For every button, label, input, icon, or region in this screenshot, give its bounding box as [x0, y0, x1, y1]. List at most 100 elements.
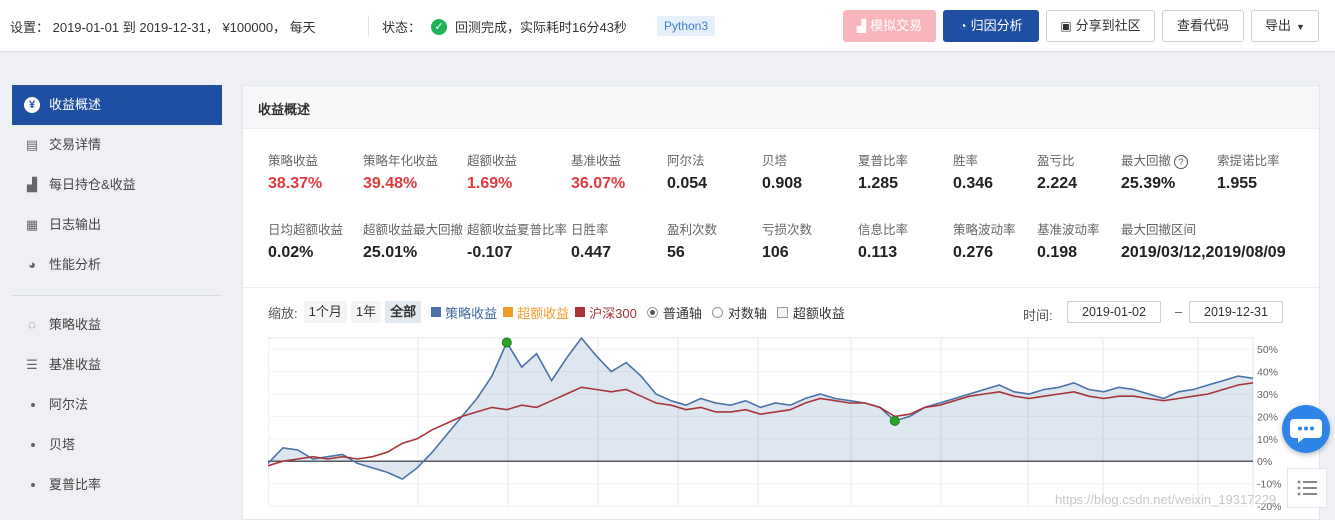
- log-axis-radio[interactable]: [711, 306, 723, 318]
- metric-daily-excess: 日均超额收益 0.02%: [268, 219, 378, 262]
- bullet-icon: [31, 403, 35, 407]
- simulate-trade-button[interactable]: ▟ 模拟交易: [843, 10, 936, 42]
- date-to-input[interactable]: 2019-12-31: [1189, 301, 1283, 323]
- metric-sortino: 索提诺比率 1.955: [1217, 150, 1327, 193]
- metric-label: 最大回撤: [1121, 154, 1172, 168]
- metric-label: 盈利次数: [667, 223, 718, 237]
- attribution-button[interactable]: ◔ 归因分析: [943, 10, 1039, 42]
- sidebar-item-label: 收益概述: [49, 97, 102, 112]
- status-label: 状态：: [382, 20, 422, 35]
- zoom-1-month-button[interactable]: 1个月: [303, 301, 347, 323]
- sidebar-item-label: 贝塔: [49, 437, 76, 452]
- metric-value: 0.054: [667, 175, 708, 192]
- list-fab-button[interactable]: [1287, 468, 1327, 508]
- legend-swatch-strategy: [431, 307, 442, 317]
- metric-information-ratio: 信息比率 0.113: [858, 219, 968, 262]
- bar-chart-icon: ▟: [27, 177, 37, 192]
- metric-label: 夏普比率: [858, 154, 909, 168]
- y-tick-label: 20%: [1257, 411, 1278, 423]
- panel-header: 收益概述: [243, 86, 1319, 129]
- metric-value: 25.01%: [363, 244, 418, 261]
- pie-icon: ◕: [28, 257, 36, 272]
- y-tick-label: 10%: [1257, 434, 1278, 446]
- view-code-label: 查看代码: [1176, 18, 1229, 33]
- metric-label: 超额收益夏普比率: [467, 223, 568, 237]
- sidebar-item-alpha[interactable]: 阿尔法: [12, 385, 222, 425]
- sidebar-item-returns-overview[interactable]: ¥ 收益概述: [12, 85, 222, 125]
- sidebar-item-log-output[interactable]: ▦ 日志输出: [12, 205, 222, 245]
- metric-label: 日均超额收益: [268, 223, 344, 237]
- yen-icon: ¥: [24, 97, 40, 113]
- metric-beta: 贝塔 0.908: [762, 150, 872, 193]
- sidebar-item-strategy-returns[interactable]: ◌ 策略收益: [12, 305, 222, 345]
- chat-fab-button[interactable]: [1282, 405, 1330, 453]
- drawdown-end-marker: [889, 415, 900, 426]
- share-community-button[interactable]: ▣ 分享到社区: [1046, 10, 1155, 42]
- list-icon: [1297, 480, 1317, 496]
- calendar-icon: ▦: [25, 217, 39, 232]
- y-tick-label: 0%: [1257, 456, 1272, 468]
- metric-label: 策略收益: [268, 154, 319, 168]
- view-code-button[interactable]: 查看代码: [1162, 10, 1244, 42]
- excess-return-checkbox[interactable]: [776, 306, 788, 318]
- metric-label: 亏损次数: [762, 223, 813, 237]
- metric-label: 策略年化收益: [363, 154, 439, 168]
- metric-label: 超额收益最大回撤: [363, 223, 464, 237]
- help-icon[interactable]: ?: [1174, 155, 1189, 169]
- sidebar-item-trade-details[interactable]: ▤ 交易详情: [12, 125, 222, 165]
- legend-strategy-return[interactable]: 策略收益: [445, 303, 497, 322]
- metric-label: 索提诺比率: [1217, 154, 1280, 168]
- metric-label: 最大回撤区间: [1121, 223, 1197, 237]
- metric-strategy-return: 策略收益 38.37%: [268, 150, 378, 193]
- sidebar-item-label: 性能分析: [49, 257, 102, 272]
- export-button[interactable]: 导出 ▼: [1251, 10, 1319, 42]
- log-axis-label: 对数轴: [727, 305, 767, 321]
- metric-value: 1.955: [1217, 175, 1258, 192]
- metric-excess-return: 超额收益 1.69%: [467, 150, 577, 193]
- chart-icon: ▟: [856, 19, 867, 33]
- linear-axis-label: 普通轴: [662, 305, 702, 321]
- metric-max-drawdown-period: 最大回撤区间 2019/03/12,2019/08/09: [1121, 219, 1317, 262]
- sidebar-item-label: 每日持仓&收益: [49, 177, 136, 192]
- simulate-trade-label: 模拟交易: [870, 18, 923, 33]
- legend-swatch-hs300: [575, 307, 586, 317]
- metric-value: -0.107: [467, 244, 513, 261]
- metric-value: 2019/03/12,2019/08/09: [1121, 244, 1286, 261]
- sidebar-item-sharpe[interactable]: 夏普比率: [12, 465, 222, 505]
- sidebar-item-beta[interactable]: 贝塔: [12, 425, 222, 465]
- comment-icon: ▣: [1060, 19, 1072, 33]
- sidebar-item-daily-positions[interactable]: ▟ 每日持仓&收益: [12, 165, 222, 205]
- metric-value: 1.69%: [467, 175, 513, 192]
- panel-title: 收益概述: [258, 102, 311, 117]
- share-community-label: 分享到社区: [1075, 18, 1141, 33]
- metric-sharpe: 夏普比率 1.285: [858, 150, 968, 193]
- linear-axis-radio[interactable]: [646, 306, 658, 318]
- sidebar-item-label: 基准收益: [49, 357, 102, 372]
- metric-value: 0.908: [762, 175, 803, 192]
- metric-label: 超额收益: [467, 154, 518, 168]
- metric-excess-sharpe: 超额收益夏普比率 -0.107: [467, 219, 577, 262]
- date-from-input[interactable]: 2019-01-02: [1067, 301, 1161, 323]
- divider: [368, 15, 369, 37]
- sidebar-item-label: 交易详情: [49, 137, 102, 152]
- legend-hs300[interactable]: 沪深300: [589, 303, 637, 322]
- metric-daily-win-rate: 日胜率 0.447: [571, 219, 681, 262]
- metric-label: 贝塔: [762, 154, 788, 168]
- sidebar-item-label: 夏普比率: [49, 477, 102, 492]
- zoom-all-button[interactable]: 全部: [385, 301, 422, 323]
- excess-return-checkbox-label: 超额收益: [792, 305, 845, 321]
- metric-value: 1.285: [858, 175, 899, 192]
- bulb-icon: ◌: [28, 317, 36, 332]
- legend-excess-return[interactable]: 超额收益: [517, 303, 569, 322]
- sidebar-item-performance[interactable]: ◕ 性能分析: [12, 245, 222, 285]
- zoom-1-year-button[interactable]: 1年: [350, 301, 382, 323]
- metric-annual-return: 策略年化收益 39.48%: [363, 150, 473, 193]
- status-text: 回测完成，实际耗时16分43秒: [455, 20, 627, 35]
- strategy-area: [268, 338, 1253, 480]
- time-label: 时间:: [1023, 308, 1053, 323]
- bullet-icon: [31, 483, 35, 487]
- sidebar-item-benchmark-returns[interactable]: ☰ 基准收益: [12, 345, 222, 385]
- sidebar-divider: [12, 295, 222, 296]
- metric-value: 39.48%: [363, 175, 418, 192]
- legend-swatch-excess: [503, 307, 514, 317]
